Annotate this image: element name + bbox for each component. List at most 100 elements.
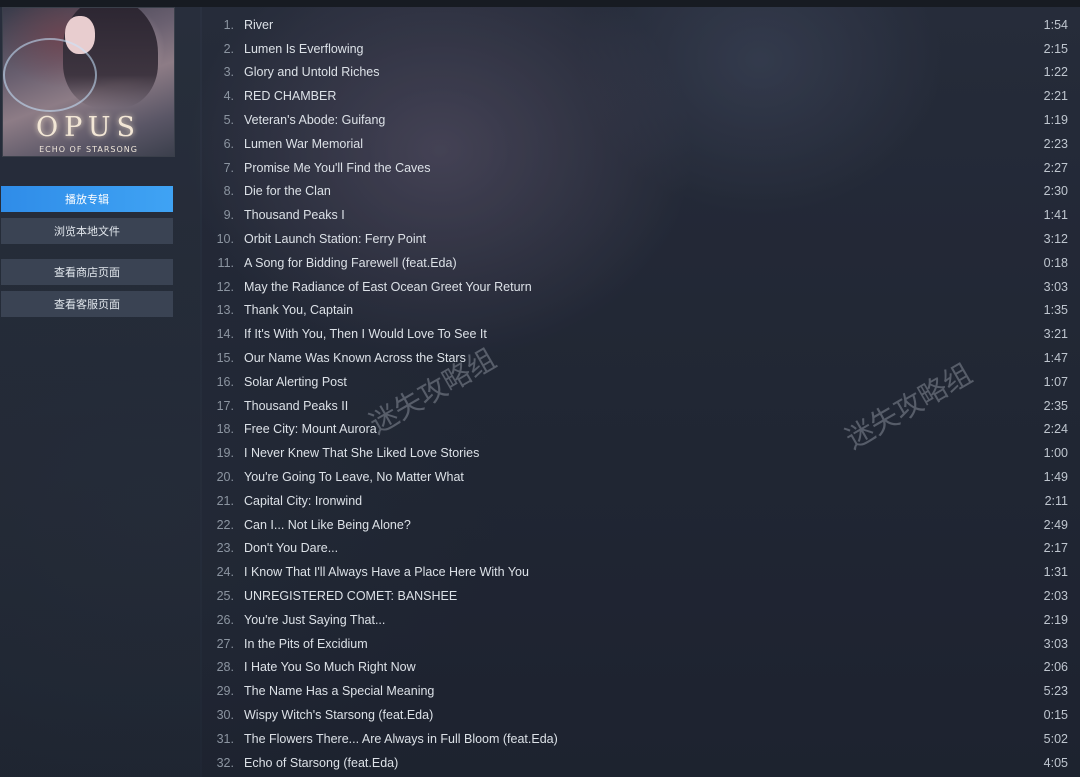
track-row[interactable]: 14. If It's With You, Then I Would Love T… [202,322,1080,346]
track-row[interactable]: 4. RED CHAMBER 2:21 [202,84,1080,108]
track-row[interactable]: 2. Lumen Is Everflowing 2:15 [202,37,1080,61]
track-title: Can I... Not Like Being Alone? [244,517,411,532]
track-number: 15. [216,351,234,366]
track-row[interactable]: 25. UNREGISTERED COMET: BANSHEE 2:03 [202,584,1080,608]
track-number: 24. [216,565,234,580]
track-row[interactable]: 26. You're Just Saying That... 2:19 [202,608,1080,632]
track-title: Echo of Starsong (feat.Eda) [244,755,399,770]
track-duration: 3:03 [1043,636,1068,651]
track-number: 21. [216,493,234,508]
track-row[interactable]: 18. Free City: Mount Aurora 2:24 [202,418,1080,442]
track-title: RED CHAMBER [244,89,337,104]
track-duration: 2:21 [1043,89,1068,104]
track-duration: 1:54 [1043,17,1068,32]
track-duration: 1:41 [1043,208,1068,223]
track-row[interactable]: 7. Promise Me You'll Find the Caves 2:27 [202,156,1080,180]
view-support-page-button[interactable]: 查看客服页面 [1,291,173,317]
track-duration: 2:35 [1043,398,1068,413]
track-row[interactable]: 17. Thousand Peaks II 2:35 [202,394,1080,418]
view-store-page-button[interactable]: 查看商店页面 [1,259,173,285]
track-number: 4. [223,89,234,104]
track-row[interactable]: 16. Solar Alerting Post 1:07 [202,370,1080,394]
track-row[interactable]: 1. River 1:54 [202,13,1080,37]
track-row[interactable]: 21. Capital City: Ironwind 2:11 [202,489,1080,513]
track-duration: 2:03 [1043,589,1068,604]
track-title: Free City: Mount Aurora [244,422,377,437]
track-number: 20. [216,470,234,485]
track-number: 2. [223,41,234,56]
track-title: I Hate You So Much Right Now [244,660,416,675]
track-number: 30. [216,708,234,723]
track-row[interactable]: 31. The Flowers There... Are Always in Fu… [202,727,1080,751]
track-row[interactable]: 5. Veteran's Abode: Guifang 1:19 [202,108,1080,132]
track-duration: 2:30 [1043,184,1068,199]
track-title: Capital City: Ironwind [244,493,363,508]
track-number: 27. [216,636,234,651]
track-number: 11. [217,255,234,270]
track-title: Orbit Launch Station: Ferry Point [244,232,427,247]
track-row[interactable]: 12. May the Radiance of East Ocean Greet … [202,275,1080,299]
top-bar [0,0,1080,7]
track-row[interactable]: 13. Thank You, Captain 1:35 [202,299,1080,323]
track-row[interactable]: 15. Our Name Was Known Across the Stars 1:… [202,346,1080,370]
track-row[interactable]: 20. You're Going To Leave, No Matter What… [202,465,1080,489]
track-title: The Flowers There... Are Always in Full … [244,731,558,746]
cover-subtitle: ECHO OF STARSONG [39,145,138,154]
cover-art-ring [3,38,97,112]
track-title: A Song for Bidding Farewell (feat.Eda) [244,255,457,270]
track-number: 5. [223,113,234,128]
track-row[interactable]: 6. Lumen War Memorial 2:23 [202,132,1080,156]
track-row[interactable]: 30. Wispy Witch's Starsong (feat.Eda) 0:15 [202,703,1080,727]
track-duration: 2:49 [1043,517,1068,532]
track-row[interactable]: 23. Don't You Dare... 2:17 [202,537,1080,561]
track-duration: 1:49 [1043,470,1068,485]
track-number: 16. [216,374,234,389]
track-duration: 5:23 [1043,684,1068,699]
track-row[interactable]: 32. Echo of Starsong (feat.Eda) 4:05 [202,751,1080,775]
track-row[interactable]: 3. Glory and Untold Riches 1:22 [202,61,1080,85]
track-number: 14. [216,327,234,342]
track-row[interactable]: 27. In the Pits of Excidium 3:03 [202,632,1080,656]
track-duration: 2:19 [1043,612,1068,627]
track-number: 29. [216,684,234,699]
track-row[interactable]: 29. The Name Has a Special Meaning 5:23 [202,679,1080,703]
track-title: You're Going To Leave, No Matter What [244,470,464,485]
play-album-button[interactable]: 播放专辑 [1,186,173,212]
track-number: 22. [216,517,234,532]
track-duration: 4:05 [1043,755,1068,770]
track-number: 1. [223,17,234,32]
track-number: 9. [223,208,234,223]
track-title: I Never Knew That She Liked Love Stories [244,446,480,461]
track-title: The Name Has a Special Meaning [244,684,435,699]
track-title: I Know That I'll Always Have a Place Her… [244,565,529,580]
track-row[interactable]: 22. Can I... Not Like Being Alone? 2:49 [202,513,1080,537]
track-row[interactable]: 11. A Song for Bidding Farewell (feat.Eda… [202,251,1080,275]
track-duration: 1:19 [1043,113,1068,128]
track-duration: 1:07 [1043,374,1068,389]
track-number: 32. [216,755,234,770]
track-row[interactable]: 9. Thousand Peaks I 1:41 [202,203,1080,227]
track-row[interactable]: 28. I Hate You So Much Right Now 2:06 [202,656,1080,680]
track-duration: 2:17 [1043,541,1068,556]
track-list: 1. River 1:54 2. Lumen Is Everflowing 2:15 3. G… [202,7,1080,777]
track-duration: 2:15 [1043,41,1068,56]
cover-title: OPUS [35,112,142,143]
track-title: River [244,17,274,32]
track-row[interactable]: 10. Orbit Launch Station: Ferry Point 3:12 [202,227,1080,251]
track-title: Promise Me You'll Find the Caves [244,160,431,175]
track-row[interactable]: 24. I Know That I'll Always Have a Place … [202,560,1080,584]
track-number: 13. [216,303,234,318]
track-duration: 3:12 [1043,232,1068,247]
track-title: Our Name Was Known Across the Stars [244,351,466,366]
browse-local-files-button[interactable]: 浏览本地文件 [1,218,173,244]
track-duration: 1:35 [1043,303,1068,318]
track-duration: 2:23 [1043,136,1068,151]
track-duration: 1:22 [1043,65,1068,80]
track-number: 3. [223,65,234,80]
track-row[interactable]: 19. I Never Knew That She Liked Love Stor… [202,441,1080,465]
track-title: Veteran's Abode: Guifang [244,113,386,128]
track-number: 19. [216,446,234,461]
track-title: May the Radiance of East Ocean Greet You… [244,279,532,294]
track-row[interactable]: 8. Die for the Clan 2:30 [202,180,1080,204]
track-duration: 1:31 [1043,565,1068,580]
